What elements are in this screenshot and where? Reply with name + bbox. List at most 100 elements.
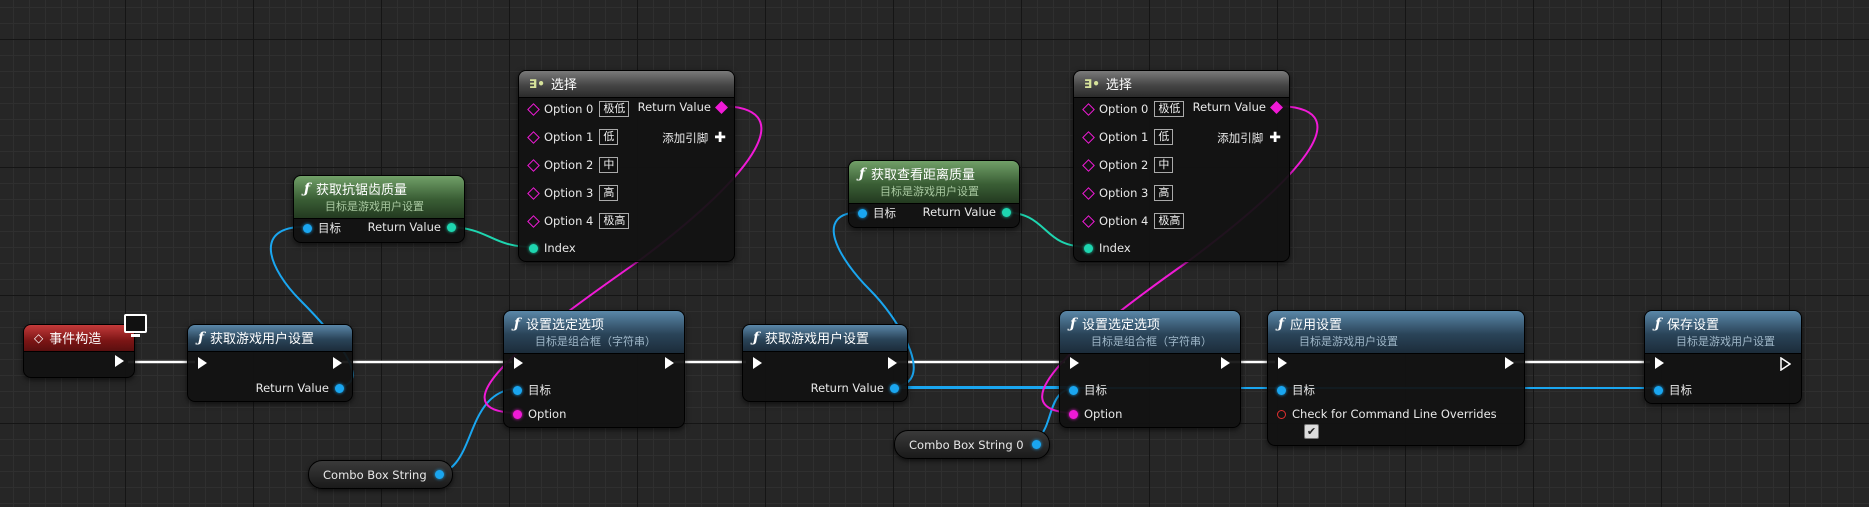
add-pin-button[interactable]: 添加引脚 ✚ <box>662 130 726 146</box>
combo-box-string-0-variable[interactable]: Combo Box String 0 <box>894 430 1050 459</box>
option-value[interactable]: 极高 <box>599 213 630 229</box>
exec-out-pin[interactable] <box>333 357 342 369</box>
option-pin[interactable]: Option <box>513 407 566 421</box>
set-selected-option-node-2[interactable]: ƒ 设置选定选项 目标是组合框（字符串） 目标 Option <box>1059 310 1241 428</box>
option-value[interactable]: 中 <box>1154 157 1174 173</box>
get-game-user-settings-node-2[interactable]: ƒ 获取游戏用户设置 Return Value <box>742 324 908 402</box>
pin-label: Check for Command Line Overrides <box>1292 407 1497 421</box>
pin-label: Return Value <box>1192 100 1266 114</box>
get-game-user-settings-node-1[interactable]: ƒ 获取游戏用户设置 Return Value <box>187 324 353 402</box>
select-icon: ∃• <box>1084 76 1100 91</box>
pin-label: Return Value <box>367 220 441 234</box>
pin-label: Return Value <box>255 381 329 395</box>
option-2-pin[interactable]: Option 2 中 <box>527 157 619 173</box>
exec-out-pin[interactable] <box>1221 357 1230 369</box>
check-overrides-checkbox[interactable]: ✔ <box>1304 424 1319 439</box>
save-settings-node[interactable]: ƒ 保存设置 目标是游戏用户设置 目标 <box>1644 310 1802 404</box>
return-value-pin[interactable]: Return Value <box>368 220 456 234</box>
option-value[interactable]: 中 <box>599 157 619 173</box>
function-icon: ƒ <box>514 315 521 332</box>
return-value-pin[interactable]: Return Value <box>811 381 899 395</box>
option-3-pin[interactable]: Option 3 高 <box>1082 185 1174 201</box>
option-value[interactable]: 高 <box>1154 185 1174 201</box>
node-header: ƒ 设置选定选项 目标是组合框（字符串） <box>1060 311 1240 354</box>
node-header: ∃• 选择 <box>519 71 734 98</box>
combo-box-string-variable[interactable]: Combo Box String <box>308 460 453 489</box>
return-value-pin[interactable]: Return Value <box>637 100 728 114</box>
option-value[interactable]: 极低 <box>1154 101 1185 117</box>
node-subtitle: 目标是游戏用户设置 <box>1299 335 1398 348</box>
index-pin[interactable]: Index <box>529 241 576 255</box>
option-4-pin[interactable]: Option 4 极高 <box>527 213 630 229</box>
exec-in-pin[interactable] <box>753 357 762 369</box>
pin-label: Option 4 <box>1099 214 1149 228</box>
check-overrides-pin[interactable]: Check for Command Line Overrides <box>1277 407 1497 421</box>
option-value[interactable]: 极低 <box>599 101 630 117</box>
return-value-pin[interactable]: Return Value <box>1192 100 1283 114</box>
pin-label: Return Value <box>637 100 711 114</box>
option-3-pin[interactable]: Option 3 高 <box>527 185 619 201</box>
node-title: 获取游戏用户设置 <box>765 332 870 347</box>
index-pin[interactable]: Index <box>1084 241 1131 255</box>
exec-in-pin[interactable] <box>514 357 523 369</box>
pin-label: Option 4 <box>544 214 594 228</box>
option-pin[interactable]: Option <box>1069 407 1122 421</box>
exec-out-pin[interactable] <box>665 357 674 369</box>
pin-label: Option 1 <box>544 130 594 144</box>
event-construct-node[interactable]: ◇ 事件构造 <box>23 324 135 378</box>
node-header: ◇ 事件构造 <box>24 325 134 352</box>
get-antialiasing-quality-node[interactable]: ƒ 获取抗锯齿质量 目标是游戏用户设置 目标 Return Value <box>293 175 465 243</box>
return-value-pin[interactable]: Return Value <box>256 381 344 395</box>
exec-in-pin[interactable] <box>198 357 207 369</box>
target-pin[interactable]: 目标 <box>1654 382 1692 398</box>
option-2-pin[interactable]: Option 2 中 <box>1082 157 1174 173</box>
target-pin[interactable]: 目标 <box>1069 382 1107 398</box>
target-pin[interactable]: 目标 <box>1277 382 1315 398</box>
node-subtitle: 目标是组合框（字符串） <box>535 335 656 348</box>
node-header: ƒ 获取抗锯齿质量 目标是游戏用户设置 <box>294 176 464 219</box>
select-node-1[interactable]: ∃• 选择 Option 0 极低 Option 1 低 Option 2 中 Opti… <box>518 70 735 262</box>
option-1-pin[interactable]: Option 1 低 <box>1082 129 1174 145</box>
get-view-distance-quality-node[interactable]: ƒ 获取查看距离质量 目标是游戏用户设置 目标 Return Value <box>848 160 1020 228</box>
return-value-pin[interactable]: Return Value <box>923 205 1011 219</box>
pin-label: Option 0 <box>1099 102 1149 116</box>
node-subtitle: 目标是游戏用户设置 <box>1676 335 1775 348</box>
select-node-2[interactable]: ∃• 选择 Option 0 极低 Option 1 低 Option 2 中 Opti… <box>1073 70 1290 262</box>
pin-label: Option 3 <box>544 186 594 200</box>
option-value[interactable]: 高 <box>599 185 619 201</box>
node-header: ƒ 设置选定选项 目标是组合框（字符串） <box>504 311 684 354</box>
target-pin[interactable]: 目标 <box>858 205 896 221</box>
target-pin[interactable]: 目标 <box>513 382 551 398</box>
node-title: 保存设置 <box>1667 318 1720 333</box>
exec-out-pin[interactable] <box>888 357 897 369</box>
add-pin-button[interactable]: 添加引脚 ✚ <box>1217 130 1281 146</box>
node-title: 获取抗锯齿质量 <box>316 183 408 198</box>
apply-settings-node[interactable]: ƒ 应用设置 目标是游戏用户设置 目标 Check for Command Lin… <box>1267 310 1525 446</box>
option-1-pin[interactable]: Option 1 低 <box>527 129 619 145</box>
exec-in-pin[interactable] <box>1278 357 1287 369</box>
option-0-pin[interactable]: Option 0 极低 <box>527 101 630 117</box>
target-pin[interactable]: 目标 <box>303 220 341 236</box>
pin-label: Option 3 <box>1099 186 1149 200</box>
set-selected-option-node-1[interactable]: ƒ 设置选定选项 目标是组合框（字符串） 目标 Option <box>503 310 685 428</box>
option-value[interactable]: 低 <box>1154 129 1174 145</box>
variable-label: Combo Box String <box>323 467 427 482</box>
exec-in-pin[interactable] <box>1070 357 1079 369</box>
node-header: ƒ 获取游戏用户设置 <box>743 325 907 352</box>
exec-out-pin[interactable] <box>115 355 124 367</box>
node-subtitle: 目标是组合框（字符串） <box>1091 335 1212 348</box>
option-value[interactable]: 极高 <box>1154 213 1185 229</box>
option-value[interactable]: 低 <box>599 129 619 145</box>
exec-out-pin[interactable] <box>1780 357 1791 371</box>
pin-label: Index <box>1099 241 1131 255</box>
node-title: 设置选定选项 <box>1082 318 1161 333</box>
node-title: 获取游戏用户设置 <box>210 332 315 347</box>
option-4-pin[interactable]: Option 4 极高 <box>1082 213 1185 229</box>
select-icon: ∃• <box>529 76 545 91</box>
exec-in-pin[interactable] <box>1655 357 1664 369</box>
node-subtitle: 目标是游戏用户设置 <box>325 200 424 213</box>
node-title: 事件构造 <box>49 332 102 347</box>
exec-out-pin[interactable] <box>1505 357 1514 369</box>
pin-label: 目标 <box>318 221 341 235</box>
option-0-pin[interactable]: Option 0 极低 <box>1082 101 1185 117</box>
